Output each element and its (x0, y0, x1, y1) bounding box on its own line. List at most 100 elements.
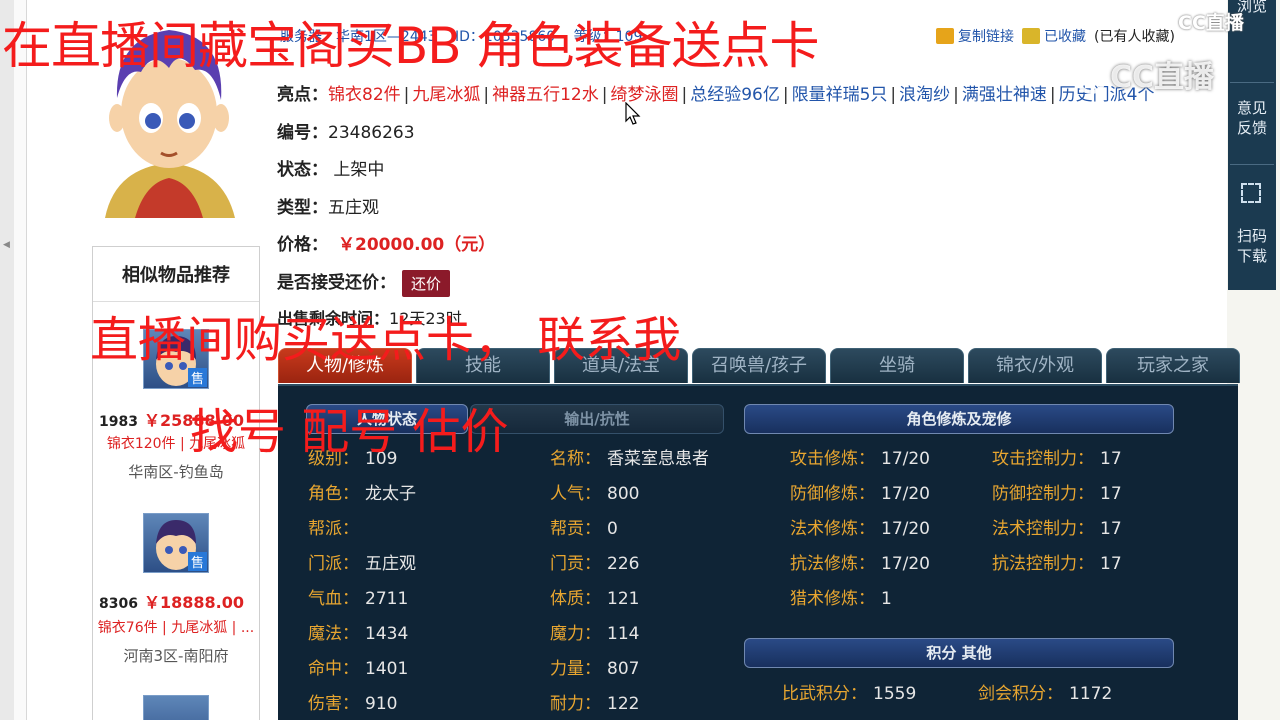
stat-entry: 魔法： 1434 (308, 619, 408, 644)
tab-outfits[interactable]: 锦衣/外观 (968, 348, 1102, 383)
highlight-tag[interactable]: 神器五行12水 (492, 85, 599, 105)
similar-item-price: ￥18888.00 (143, 593, 244, 612)
similar-item-server: 华南区-钓鱼岛 (128, 463, 224, 481)
stat-value: 龙太子 (365, 484, 416, 504)
highlights-list: 锦衣82件 | 九尾冰狐 | 神器五行12水 | 绮梦泳圈 | 总经验96亿 | 限量祥瑞5只 | 浪淘… (328, 85, 1154, 105)
bargain-label: 是否接受还价： (277, 273, 396, 293)
stat-value: 17/20 (881, 449, 930, 469)
stat-entry: 门派： 五庄观 (308, 549, 416, 574)
id-row: 编号：23486263 (277, 118, 415, 143)
stat-entry: 命中： 1401 (308, 654, 408, 679)
stat-entry: 法术修炼： 17/20 (790, 514, 930, 539)
stat-value: 17 (1100, 554, 1122, 574)
stat-entry: 门贡： 226 (550, 549, 639, 574)
stat-entry: 抗法控制力： 17 (992, 549, 1122, 574)
price-row: 价格： ￥20000.00（元） (277, 230, 495, 255)
stat-key: 人气： (550, 484, 601, 504)
stat-value: 1401 (365, 659, 409, 679)
stat-key: 帮派： (308, 519, 359, 539)
highlight-separator: | (483, 85, 490, 105)
stat-key: 抗法修炼： (790, 554, 875, 574)
highlight-separator: | (681, 85, 688, 105)
stat-entry: 魔力： 114 (550, 619, 639, 644)
stat-entry: 攻击修炼： 17/20 (790, 444, 930, 469)
stat-value: 17 (1100, 484, 1122, 504)
stat-value: 226 (607, 554, 640, 574)
tab-mounts[interactable]: 坐骑 (830, 348, 964, 383)
stat-entry: 耐力： 122 (550, 689, 639, 714)
price-value: ￥20000.00（元） (338, 235, 496, 255)
favorite-icon (1022, 28, 1040, 44)
feedback-label-1: 意见 (1236, 99, 1267, 117)
divider (1230, 82, 1274, 83)
stream-caption-low: 找号 配号 估价 (190, 404, 509, 460)
stat-value: 910 (365, 694, 398, 714)
stat-entry: 攻击控制力： 17 (992, 444, 1122, 469)
stat-value: 800 (607, 484, 640, 504)
stat-value: 香菜室息患者 (607, 449, 709, 469)
scan-download-button[interactable]: 扫码 下载 (1228, 226, 1276, 266)
highlight-tag[interactable]: 锦衣82件 (328, 85, 401, 105)
for-sale-badge: 售 (187, 552, 207, 571)
stat-value: 17/20 (881, 484, 930, 504)
cc-ring-icon (1076, 63, 1106, 94)
stat-key: 魔力： (550, 624, 601, 644)
stat-entry: 抗法修炼： 17/20 (790, 549, 930, 574)
left-gutter (14, 0, 27, 720)
stat-value: 807 (607, 659, 640, 679)
highlight-separator: | (782, 85, 789, 105)
stat-key: 抗法控制力： (992, 554, 1094, 574)
stat-entry: 角色： 龙太子 (308, 479, 416, 504)
stream-caption-top: 在直播间藏宝阁买BB 角色装备送点卡 (2, 17, 819, 75)
stat-key: 帮贡： (550, 519, 601, 539)
highlight-tag[interactable]: 浪淘纱 (899, 85, 950, 105)
for-sale-badge: 售 (187, 368, 207, 387)
copy-link-button[interactable]: 复制链接 (936, 26, 1014, 46)
similar-item-thumb[interactable]: 售 (143, 513, 209, 573)
id-value: 23486263 (328, 123, 415, 143)
tab-summons[interactable]: 召唤兽/孩子 (692, 348, 826, 383)
right-float-bar: 浏览 意见 反馈 扫码 下载 (1228, 0, 1276, 290)
stat-entry: 法术控制力： 17 (992, 514, 1122, 539)
feedback-button[interactable]: 意见 反馈 (1228, 98, 1276, 138)
stat-entry: 猎术修炼： 1 (790, 584, 892, 609)
bargain-button[interactable]: 还价 (402, 269, 451, 297)
tab-home[interactable]: 玩家之家 (1106, 348, 1240, 383)
highlight-tag[interactable]: 限量祥瑞5只 (792, 85, 888, 105)
stat-key: 名称： (550, 449, 601, 469)
cc-live-watermark: CC直播 (1076, 52, 1214, 96)
stat-key: 攻击控制力： (992, 449, 1094, 469)
favorite-button[interactable]: 已收藏 (1022, 26, 1086, 46)
favorite-label: 已收藏 (1044, 29, 1086, 45)
similar-item-thumb[interactable] (143, 695, 209, 720)
highlight-tag[interactable]: 满强壮神速 (962, 85, 1047, 105)
stat-key: 气血： (308, 589, 359, 609)
stat-entry: 名称： 香菜室息患者 (550, 444, 709, 469)
score-key: 比武积分： (782, 684, 867, 704)
scan-label-1: 扫码 (1236, 227, 1267, 245)
highlight-tag[interactable]: 九尾冰狐 (412, 85, 480, 105)
stat-value: 17 (1100, 519, 1122, 539)
similar-item-server: 河南3区-南阳府 (123, 647, 229, 665)
highlight-separator: | (1049, 85, 1056, 105)
stat-value: 17/20 (881, 519, 930, 539)
cc-live-logo: CC直播 (1178, 12, 1244, 34)
scan-label-2: 下载 (1236, 247, 1267, 265)
score-entry: 比武积分： 1559 (782, 679, 916, 704)
highlight-tag[interactable]: 总经验96亿 (690, 85, 780, 105)
stat-key: 伤害： (308, 694, 359, 714)
similar-items-title: 相似物品推荐 (93, 247, 259, 302)
price-label: 价格： (277, 235, 328, 255)
similar-item-tags: 锦衣76件 | 九尾冰狐 | ... (97, 620, 255, 636)
stat-entry: 帮贡： 0 (550, 514, 618, 539)
stream-caption-mid: 直播间购买送点卡， 联系我 (90, 312, 682, 368)
stat-key: 法术控制力： (992, 519, 1094, 539)
score-value: 1559 (873, 684, 917, 704)
left-scroll-rail[interactable]: ◀ (0, 0, 15, 720)
highlights-row: 亮点：锦衣82件 | 九尾冰狐 | 神器五行12水 | 绮梦泳圈 | 总经验96亿 | 限量祥瑞5只… (277, 80, 1154, 105)
highlight-separator: | (953, 85, 959, 105)
stat-entry: 伤害： 910 (308, 689, 397, 714)
stat-key: 门派： (308, 554, 359, 574)
expand-arrow-icon[interactable]: ◀ (3, 240, 10, 250)
highlight-tag[interactable]: 绮梦泳圈 (610, 85, 678, 105)
